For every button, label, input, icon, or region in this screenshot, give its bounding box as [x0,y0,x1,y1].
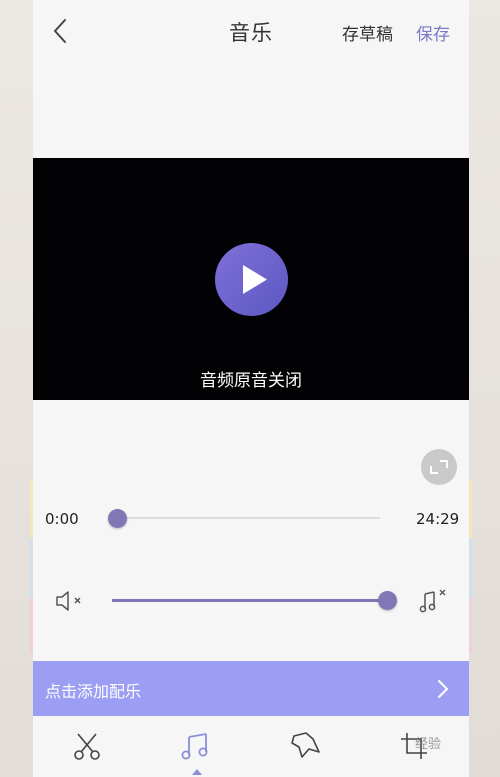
bottom-tab-bar [33,716,469,777]
speaker-mute-icon [56,591,81,611]
right-edge-background [469,0,500,777]
tab-sticker[interactable] [289,730,323,766]
expand-icon [430,460,448,474]
page-title: 音乐 [229,21,273,45]
add-music-bar[interactable]: 点击添加配乐 [33,661,469,716]
sticker-icon [291,732,320,758]
left-edge-background [0,0,33,777]
scissors-icon [74,733,100,760]
fullscreen-button[interactable] [421,449,457,485]
audio-status-caption: 音频原音关闭 [200,371,302,391]
volume-slider-handle[interactable] [378,591,397,610]
volume-track[interactable] [112,599,387,602]
timeline-track[interactable] [117,517,380,519]
save-draft-button[interactable]: 存草稿 [342,20,393,45]
top-bar: 音乐 存草稿 保存 [33,0,469,62]
active-tab-indicator [192,769,202,775]
tab-music[interactable] [180,730,214,766]
play-button[interactable] [215,243,288,316]
add-music-label: 点击添加配乐 [45,682,142,701]
tab-trim[interactable] [71,730,103,766]
timeline-slider-handle[interactable] [108,509,127,528]
watermark-text: 经验 [415,737,442,752]
current-time: 0:00 [45,510,79,528]
edge-stripe [469,538,472,598]
mute-music-button[interactable] [419,587,451,619]
mute-original-button[interactable] [55,589,87,617]
chevron-right-icon [438,680,448,698]
save-button[interactable]: 保存 [416,20,450,45]
edge-stripe [469,480,472,538]
music-editor-screen: 音乐 存草稿 保存 音频原音关闭 0:00 24:29 点击添加配乐 [33,0,469,777]
music-note-icon [181,733,208,760]
edge-stripe [469,598,472,653]
total-time: 24:29 [416,510,460,528]
video-preview[interactable]: 音频原音关闭 [33,158,469,400]
music-off-icon [419,589,446,613]
play-icon [243,265,267,294]
